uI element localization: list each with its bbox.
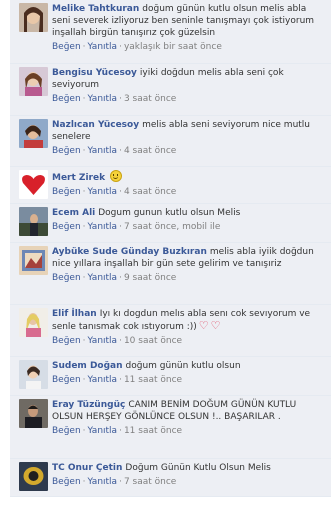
separator: ·	[82, 94, 86, 104]
avatar[interactable]	[19, 246, 48, 275]
avatar[interactable]	[19, 360, 48, 389]
author-name[interactable]: Mert Zirek	[52, 173, 105, 183]
avatar[interactable]	[19, 399, 48, 428]
like-link[interactable]: Beğen	[52, 42, 81, 52]
author-name[interactable]: Aybüke Sude Günday Buzkıran	[52, 247, 207, 257]
separator: ·	[119, 477, 122, 487]
comment-item: Bengisu Yücesoy iyiki doğdun melis abla s…	[10, 64, 331, 116]
separator: ·	[119, 375, 122, 385]
avatar[interactable]	[19, 170, 48, 199]
reply-link[interactable]: Yanıtla	[88, 336, 118, 346]
separator: ·	[119, 222, 122, 232]
heart-emoji-icon: ♡	[210, 319, 221, 332]
comment-item: TC Onur Çetin Doğum Günün Kutlu Olsun Mel…	[10, 459, 331, 497]
smiley-emoji-icon	[110, 170, 123, 182]
separator: ·	[119, 187, 122, 197]
comment-item: Ecem Ali Dogum gunun kutlu olsun Melis Be…	[10, 204, 331, 243]
author-name[interactable]: Bengisu Yücesoy	[52, 68, 137, 78]
comment-text: Doğum Günün Kutlu Olsun Melis	[125, 463, 271, 473]
heart-emoji-icon: ♡	[198, 319, 209, 332]
timestamp: 7 saat önce	[123, 477, 177, 487]
separator: ·	[82, 477, 86, 487]
separator: ·	[82, 42, 86, 52]
timestamp: 10 saat önce	[123, 336, 183, 346]
comment-meta: Beğen · Yanıtla · 9 saat önce	[52, 272, 327, 284]
comment-meta: Beğen · Yanıtla · 4 saat önce	[52, 186, 327, 198]
separator: ·	[82, 222, 86, 232]
author-name[interactable]: Sudem Doğan	[52, 361, 123, 371]
comment-item: Aybüke Sude Günday Buzkıran melis abla iy…	[10, 243, 331, 305]
comment-item: Eray Tüzüngüç CANIM BENİM DOĞUM GÜNÜN KUT…	[10, 396, 331, 459]
comment-item: Elif İlhan Iyı kı dogdun melıs abla senı …	[10, 305, 331, 357]
comment-meta: Beğen · Yanıtla · 11 saat önce	[52, 374, 327, 386]
avatar[interactable]	[19, 3, 48, 32]
comment-item: Nazlıcan Yücesoy melis abla seni seviyoru…	[10, 116, 331, 167]
comment-item: Sudem Doğan doğum günün kutlu olsun Beğen…	[10, 357, 331, 396]
author-name[interactable]: Elif İlhan	[52, 309, 97, 319]
separator: ·	[119, 426, 122, 436]
comment-meta: Beğen · Yanıtla · 11 saat önce	[52, 425, 327, 437]
separator: ·	[82, 375, 86, 385]
reply-link[interactable]: Yanıtla	[88, 477, 118, 487]
comment-meta: Beğen · Yanıtla · 4 saat önce	[52, 145, 327, 157]
separator: ·	[82, 187, 86, 197]
author-name[interactable]: Eray Tüzüngüç	[52, 400, 125, 410]
author-name[interactable]: Ecem Ali	[52, 208, 95, 218]
like-link[interactable]: Beğen	[52, 94, 81, 104]
comment-text: doğum günün kutlu olsun	[125, 361, 241, 371]
author-name[interactable]: Melike Tahtkuran	[52, 4, 139, 14]
avatar[interactable]	[19, 462, 48, 491]
timestamp: 11 saat önce	[123, 426, 183, 436]
like-link[interactable]: Beğen	[52, 477, 81, 487]
separator: ·	[82, 336, 86, 346]
separator: ·	[82, 273, 86, 283]
separator: ·	[119, 94, 122, 104]
separator: ·	[119, 273, 122, 283]
comment-item: Mert Zirek Beğen · Yanıtla · 4 saat önce	[10, 167, 331, 204]
separator: ·	[82, 146, 86, 156]
like-link[interactable]: Beğen	[52, 336, 81, 346]
comment-meta: Beğen · Yanıtla · 10 saat önce	[52, 335, 327, 347]
timestamp: 9 saat önce	[123, 273, 177, 283]
separator: ·	[82, 426, 86, 436]
like-link[interactable]: Beğen	[52, 375, 81, 385]
comment-meta: Beğen · Yanıtla · 3 saat önce	[52, 93, 327, 105]
timestamp: 4 saat önce	[123, 146, 177, 156]
avatar[interactable]	[19, 308, 48, 337]
like-link[interactable]: Beğen	[52, 222, 81, 232]
separator: ·	[119, 42, 122, 52]
like-link[interactable]: Beğen	[52, 273, 81, 283]
reply-link[interactable]: Yanıtla	[88, 146, 118, 156]
comment-list: Melike Tahtkuran doğum günün kutlu olsun …	[0, 0, 333, 497]
reply-link[interactable]: Yanıtla	[88, 426, 118, 436]
author-name[interactable]: Nazlıcan Yücesoy	[52, 120, 139, 130]
reply-link[interactable]: Yanıtla	[88, 375, 118, 385]
author-name[interactable]: TC Onur Çetin	[52, 463, 122, 473]
avatar[interactable]	[19, 119, 48, 148]
separator: ·	[119, 146, 122, 156]
reply-link[interactable]: Yanıtla	[88, 187, 118, 197]
timestamp: yaklaşık bir saat önce	[123, 42, 222, 52]
comment-item: Melike Tahtkuran doğum günün kutlu olsun …	[10, 0, 331, 64]
timestamp: 4 saat önce	[123, 187, 177, 197]
avatar[interactable]	[19, 207, 48, 236]
avatar[interactable]	[19, 67, 48, 96]
reply-link[interactable]: Yanıtla	[88, 94, 118, 104]
like-link[interactable]: Beğen	[52, 426, 81, 436]
timestamp: 11 saat önce	[123, 375, 183, 385]
like-link[interactable]: Beğen	[52, 187, 81, 197]
reply-link[interactable]: Yanıtla	[88, 273, 118, 283]
like-link[interactable]: Beğen	[52, 146, 81, 156]
reply-link[interactable]: Yanıtla	[88, 222, 118, 232]
comment-meta: Beğen · Yanıtla · 7 saat önce	[52, 476, 327, 488]
comment-meta: Beğen · Yanıtla · 7 saat önce, mobil ile	[52, 221, 327, 233]
timestamp: 7 saat önce, mobil ile	[123, 222, 221, 232]
reply-link[interactable]: Yanıtla	[88, 42, 118, 52]
comment-meta: Beğen · Yanıtla · yaklaşık bir saat önce	[52, 41, 327, 53]
separator: ·	[119, 336, 122, 346]
comment-text: Dogum gunun kutlu olsun Melis	[98, 208, 241, 218]
timestamp: 3 saat önce	[123, 94, 177, 104]
